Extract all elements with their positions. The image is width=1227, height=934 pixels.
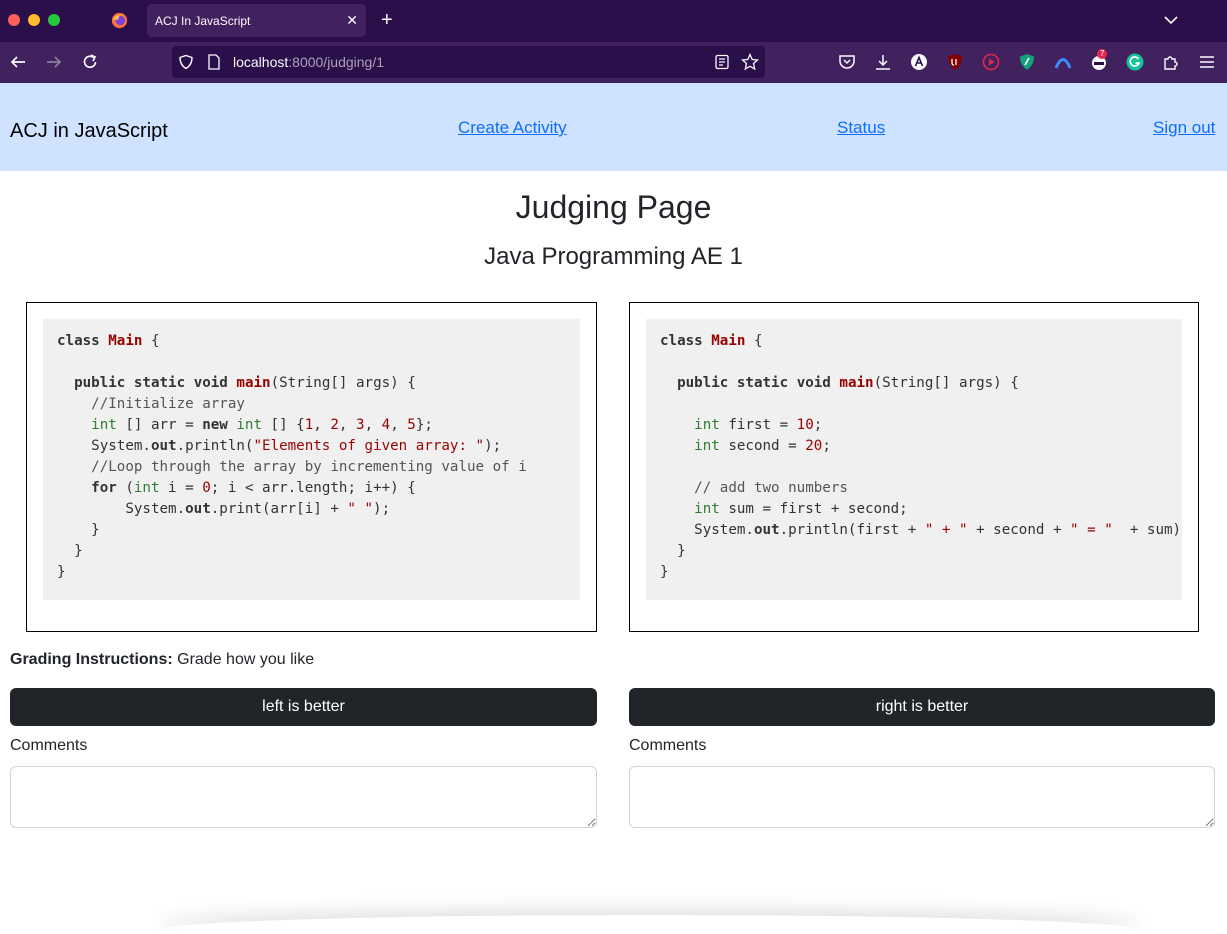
page-bottom-shadow bbox=[160, 915, 1140, 934]
new-tab-button[interactable]: + bbox=[381, 10, 393, 30]
tab-close-icon[interactable]: ✕ bbox=[346, 12, 358, 28]
arc-extension-icon[interactable] bbox=[1054, 53, 1072, 71]
right-is-better-button[interactable]: right is better bbox=[629, 688, 1215, 726]
left-code-line: System.out.println("Elements of given ar… bbox=[57, 438, 502, 454]
left-code-line: } bbox=[91, 522, 100, 538]
window-minimize-button[interactable] bbox=[28, 14, 40, 26]
right-code-line: } bbox=[660, 564, 669, 580]
url-path: :8000/judging/1 bbox=[288, 54, 385, 70]
right-code-line: public static void main(String[] args) { bbox=[677, 375, 1019, 391]
privacy-shield-icon[interactable] bbox=[1018, 53, 1036, 71]
pocket-icon[interactable] bbox=[838, 53, 856, 71]
hamburger-menu-icon[interactable] bbox=[1198, 53, 1216, 71]
left-comments-label: Comments bbox=[10, 737, 88, 754]
left-code-line: for (int i = 0; i < arr.length; i++) { bbox=[91, 480, 416, 496]
account-avatar-icon[interactable] bbox=[910, 53, 928, 71]
left-code-line: System.out.print(arr[i] + " "); bbox=[57, 501, 391, 517]
right-comments-label: Comments bbox=[629, 737, 707, 754]
left-code-line: } bbox=[74, 543, 83, 559]
left-is-better-button[interactable]: left is better bbox=[10, 688, 597, 726]
left-code-line: public static void main(String[] args) { bbox=[74, 375, 416, 391]
grading-label: Grading Instructions: bbox=[10, 651, 173, 668]
right-code-line: int second = 20; bbox=[694, 438, 831, 454]
browser-tab[interactable]: ACJ In JavaScript ✕ bbox=[147, 4, 366, 37]
tab-title: ACJ In JavaScript bbox=[155, 14, 251, 28]
shield-icon[interactable] bbox=[178, 54, 194, 70]
right-code-line: class Main { bbox=[660, 333, 763, 349]
page-icon[interactable] bbox=[207, 54, 221, 70]
right-submission-box: class Main { public static void main(Str… bbox=[629, 302, 1199, 632]
site-header: ACJ in JavaScript Create Activity Status… bbox=[0, 83, 1227, 171]
site-brand[interactable]: ACJ in JavaScript bbox=[10, 120, 168, 143]
window-close-button[interactable] bbox=[8, 14, 20, 26]
page-title: Judging Page bbox=[515, 189, 712, 225]
left-code-line: //Loop through the array by incrementing… bbox=[91, 459, 527, 475]
nav-link-status[interactable]: Status bbox=[837, 118, 885, 138]
right-comments-textarea[interactable] bbox=[629, 766, 1215, 828]
grading-text: Grade how you like bbox=[177, 651, 315, 668]
browser-nav-bar: localhost:8000/judging/1 7 bbox=[0, 42, 1227, 83]
reload-icon[interactable] bbox=[81, 53, 99, 71]
extensions-puzzle-icon[interactable] bbox=[1162, 53, 1180, 71]
right-code-line: int sum = first + second; bbox=[694, 501, 908, 517]
activity-title: Java Programming AE 1 bbox=[484, 243, 743, 270]
nav-link-sign-out[interactable]: Sign out bbox=[1153, 118, 1215, 138]
grading-instructions: Grading Instructions: Grade how you like bbox=[10, 651, 314, 669]
right-code-line: int first = 10; bbox=[694, 417, 823, 433]
window-maximize-button[interactable] bbox=[48, 14, 60, 26]
firefox-icon[interactable] bbox=[111, 12, 128, 29]
reader-view-icon[interactable] bbox=[714, 54, 730, 70]
play-extension-icon[interactable] bbox=[982, 53, 1000, 71]
left-code-line: class Main { bbox=[57, 333, 160, 349]
download-icon[interactable] bbox=[874, 53, 892, 71]
browser-tab-bar: ACJ In JavaScript ✕ + bbox=[0, 0, 1227, 42]
left-code-block: class Main { public static void main(Str… bbox=[43, 319, 580, 600]
nav-link-create-activity[interactable]: Create Activity bbox=[458, 118, 567, 138]
ublock-origin-icon[interactable] bbox=[946, 53, 964, 71]
right-code-line: } bbox=[677, 543, 686, 559]
left-submission-box: class Main { public static void main(Str… bbox=[26, 302, 597, 632]
back-arrow-icon[interactable] bbox=[9, 53, 27, 71]
tab-list-chevron-icon[interactable] bbox=[1163, 12, 1179, 28]
bookmark-star-icon[interactable] bbox=[741, 53, 759, 71]
left-code-line: //Initialize array bbox=[91, 396, 245, 412]
right-code-line: System.out.println(first + " + " + secon… bbox=[660, 522, 1182, 538]
forward-arrow-icon[interactable] bbox=[45, 53, 63, 71]
right-code-block: class Main { public static void main(Str… bbox=[646, 319, 1182, 600]
left-code-line: int [] arr = new int [] {1, 2, 3, 4, 5}; bbox=[91, 417, 433, 433]
left-comments-textarea[interactable] bbox=[10, 766, 597, 828]
url-host: localhost bbox=[233, 54, 289, 70]
url-text[interactable]: localhost:8000/judging/1 bbox=[233, 54, 384, 70]
url-bar[interactable]: localhost:8000/judging/1 bbox=[172, 46, 765, 78]
grammarly-icon[interactable] bbox=[1126, 53, 1144, 71]
right-code-line: // add two numbers bbox=[694, 480, 848, 496]
left-code-line: } bbox=[57, 564, 66, 580]
